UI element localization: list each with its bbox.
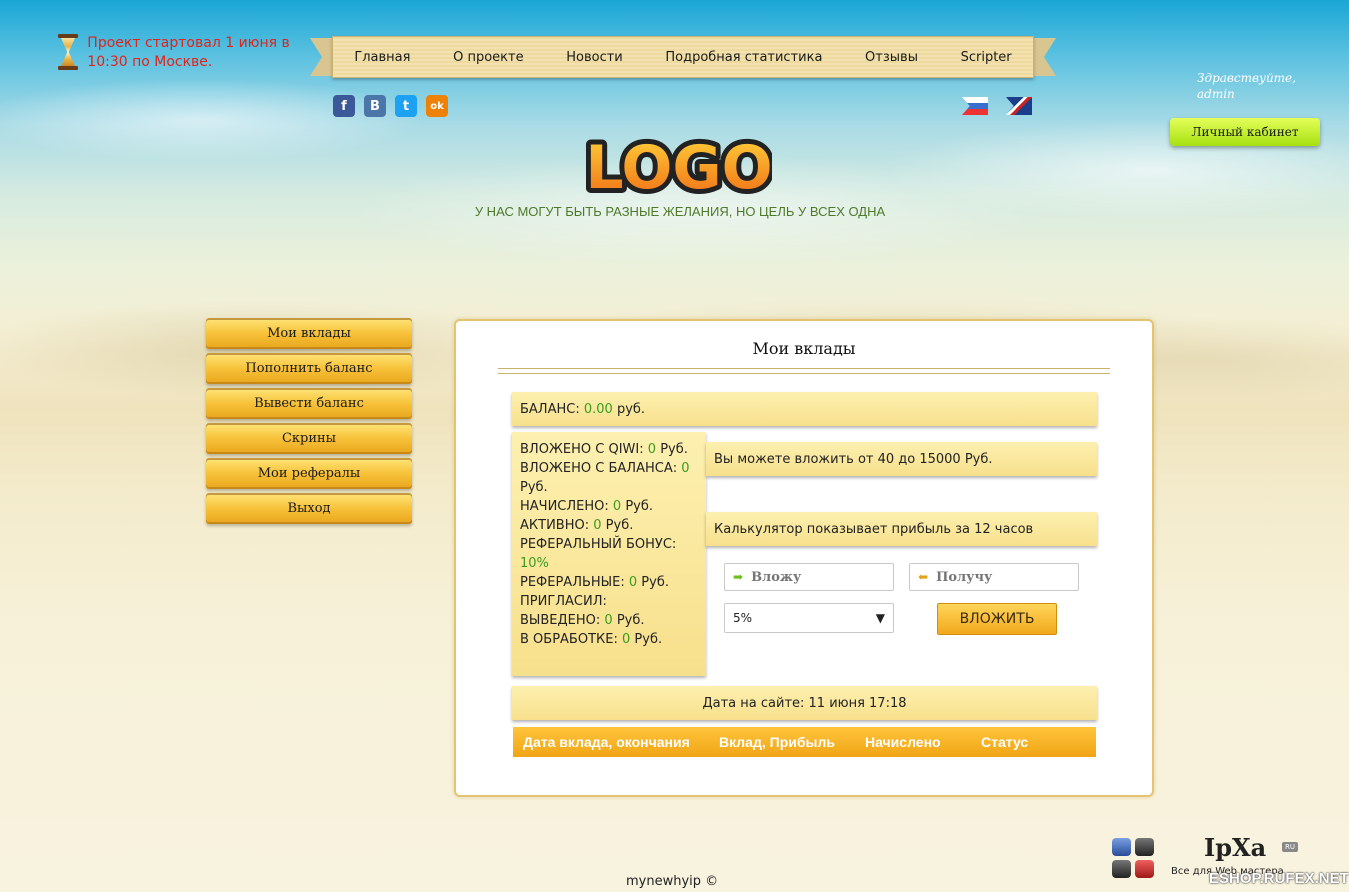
watermark-brand: IpXa [1204,833,1267,862]
twitter-icon[interactable]: t [395,95,417,117]
sidebar-item-my-deposits[interactable]: Мои вклады [206,318,412,349]
main-nav: Главная О проекте Новости Подробная стат… [332,36,1034,78]
social-links: f В t ok [333,95,448,117]
flag-en-icon[interactable] [1006,97,1032,115]
calculator-note: Калькулятор показывает прибыль за 12 час… [706,512,1097,546]
nav-stats[interactable]: Подробная статистика [665,50,822,65]
sidebar-item-screens[interactable]: Скрины [206,423,412,454]
language-flags [962,97,1032,115]
flag-ru-icon[interactable] [962,97,988,115]
deposits-panel: Мои вклады БАЛАНС: 0.00 руб. ВЛОЖЕНО С Q… [454,319,1154,797]
sidebar-item-top-up[interactable]: Пополнить баланс [206,353,412,384]
page-title: Мои вклады [752,339,856,358]
project-start-notice: Проект стартовал 1 июня в 10:30 по Москв… [58,34,308,72]
invest-button[interactable]: ВЛОЖИТЬ [937,603,1057,635]
invest-range-note: Вы можете вложить от 40 до 15000 Руб. [706,442,1097,476]
title-divider [498,368,1110,374]
nav-reviews[interactable]: Отзывы [865,50,918,65]
nav-news[interactable]: Новости [566,50,623,65]
receive-amount-field[interactable]: ⬅ [909,563,1079,591]
dropdown-arrow-icon: ▼ [875,611,885,625]
stats-box: ВЛОЖЕНО С QIWI: 0 Руб. ВЛОЖЕНО С БАЛАНСА… [512,432,706,676]
greeting: Здравствуйте, admin [1197,71,1296,101]
balance-value: 0.00 [583,401,613,417]
odnoklassniki-icon[interactable]: ok [426,95,448,117]
percent-select[interactable]: 5% ▼ [724,603,894,633]
personal-cabinet-button[interactable]: Личный кабинет [1170,118,1320,146]
sidebar-item-referrals[interactable]: Мои рефералы [206,458,412,489]
col-accrued: Начислено [865,734,941,750]
notice-text: Проект стартовал 1 июня в 10:30 по Москв… [87,35,290,70]
slogan: У НАС МОГУТ БЫТЬ РАЗНЫЕ ЖЕЛАНИЯ, НО ЦЕЛЬ… [474,204,886,219]
watermark-ru-badge: RU [1282,842,1298,852]
invest-amount-field[interactable]: ➡ [724,563,894,591]
facebook-icon[interactable]: f [333,95,355,117]
watermark-site: ESHOP.RUFEX.NET [1209,870,1349,887]
vkontakte-icon[interactable]: В [364,95,386,117]
nav-scripter[interactable]: Scripter [961,50,1012,65]
nav-about[interactable]: О проекте [453,50,524,65]
arrow-left-icon: ⬅ [918,570,929,584]
invest-amount-input[interactable] [749,568,874,586]
watermark-logo-icon [1112,838,1158,880]
receive-amount-input[interactable] [934,568,1059,586]
sidebar-item-logout[interactable]: Выход [206,493,412,524]
site-date: Дата на сайте: 11 июня 17:18 [512,686,1097,720]
username: admin [1197,87,1235,101]
hourglass-icon [58,34,78,70]
col-dates: Дата вклада, окончания [523,734,690,750]
deposits-table-header: Дата вклада, окончания Вклад, Прибыль На… [513,727,1096,757]
balance-box: БАЛАНС: 0.00 руб. [512,392,1097,426]
arrow-right-icon: ➡ [733,570,744,584]
nav-home[interactable]: Главная [354,50,410,65]
sidebar-menu: Мои вклады Пополнить баланс Вывести бала… [206,318,412,528]
col-deposit: Вклад, Прибыль [719,734,835,750]
site-logo[interactable]: LOGO LOGO [586,132,772,202]
logo-text: LOGO [586,133,772,202]
footer-copyright: mynewhyip © [626,874,719,889]
col-status: Статус [981,734,1029,750]
sidebar-item-withdraw[interactable]: Вывести баланс [206,388,412,419]
